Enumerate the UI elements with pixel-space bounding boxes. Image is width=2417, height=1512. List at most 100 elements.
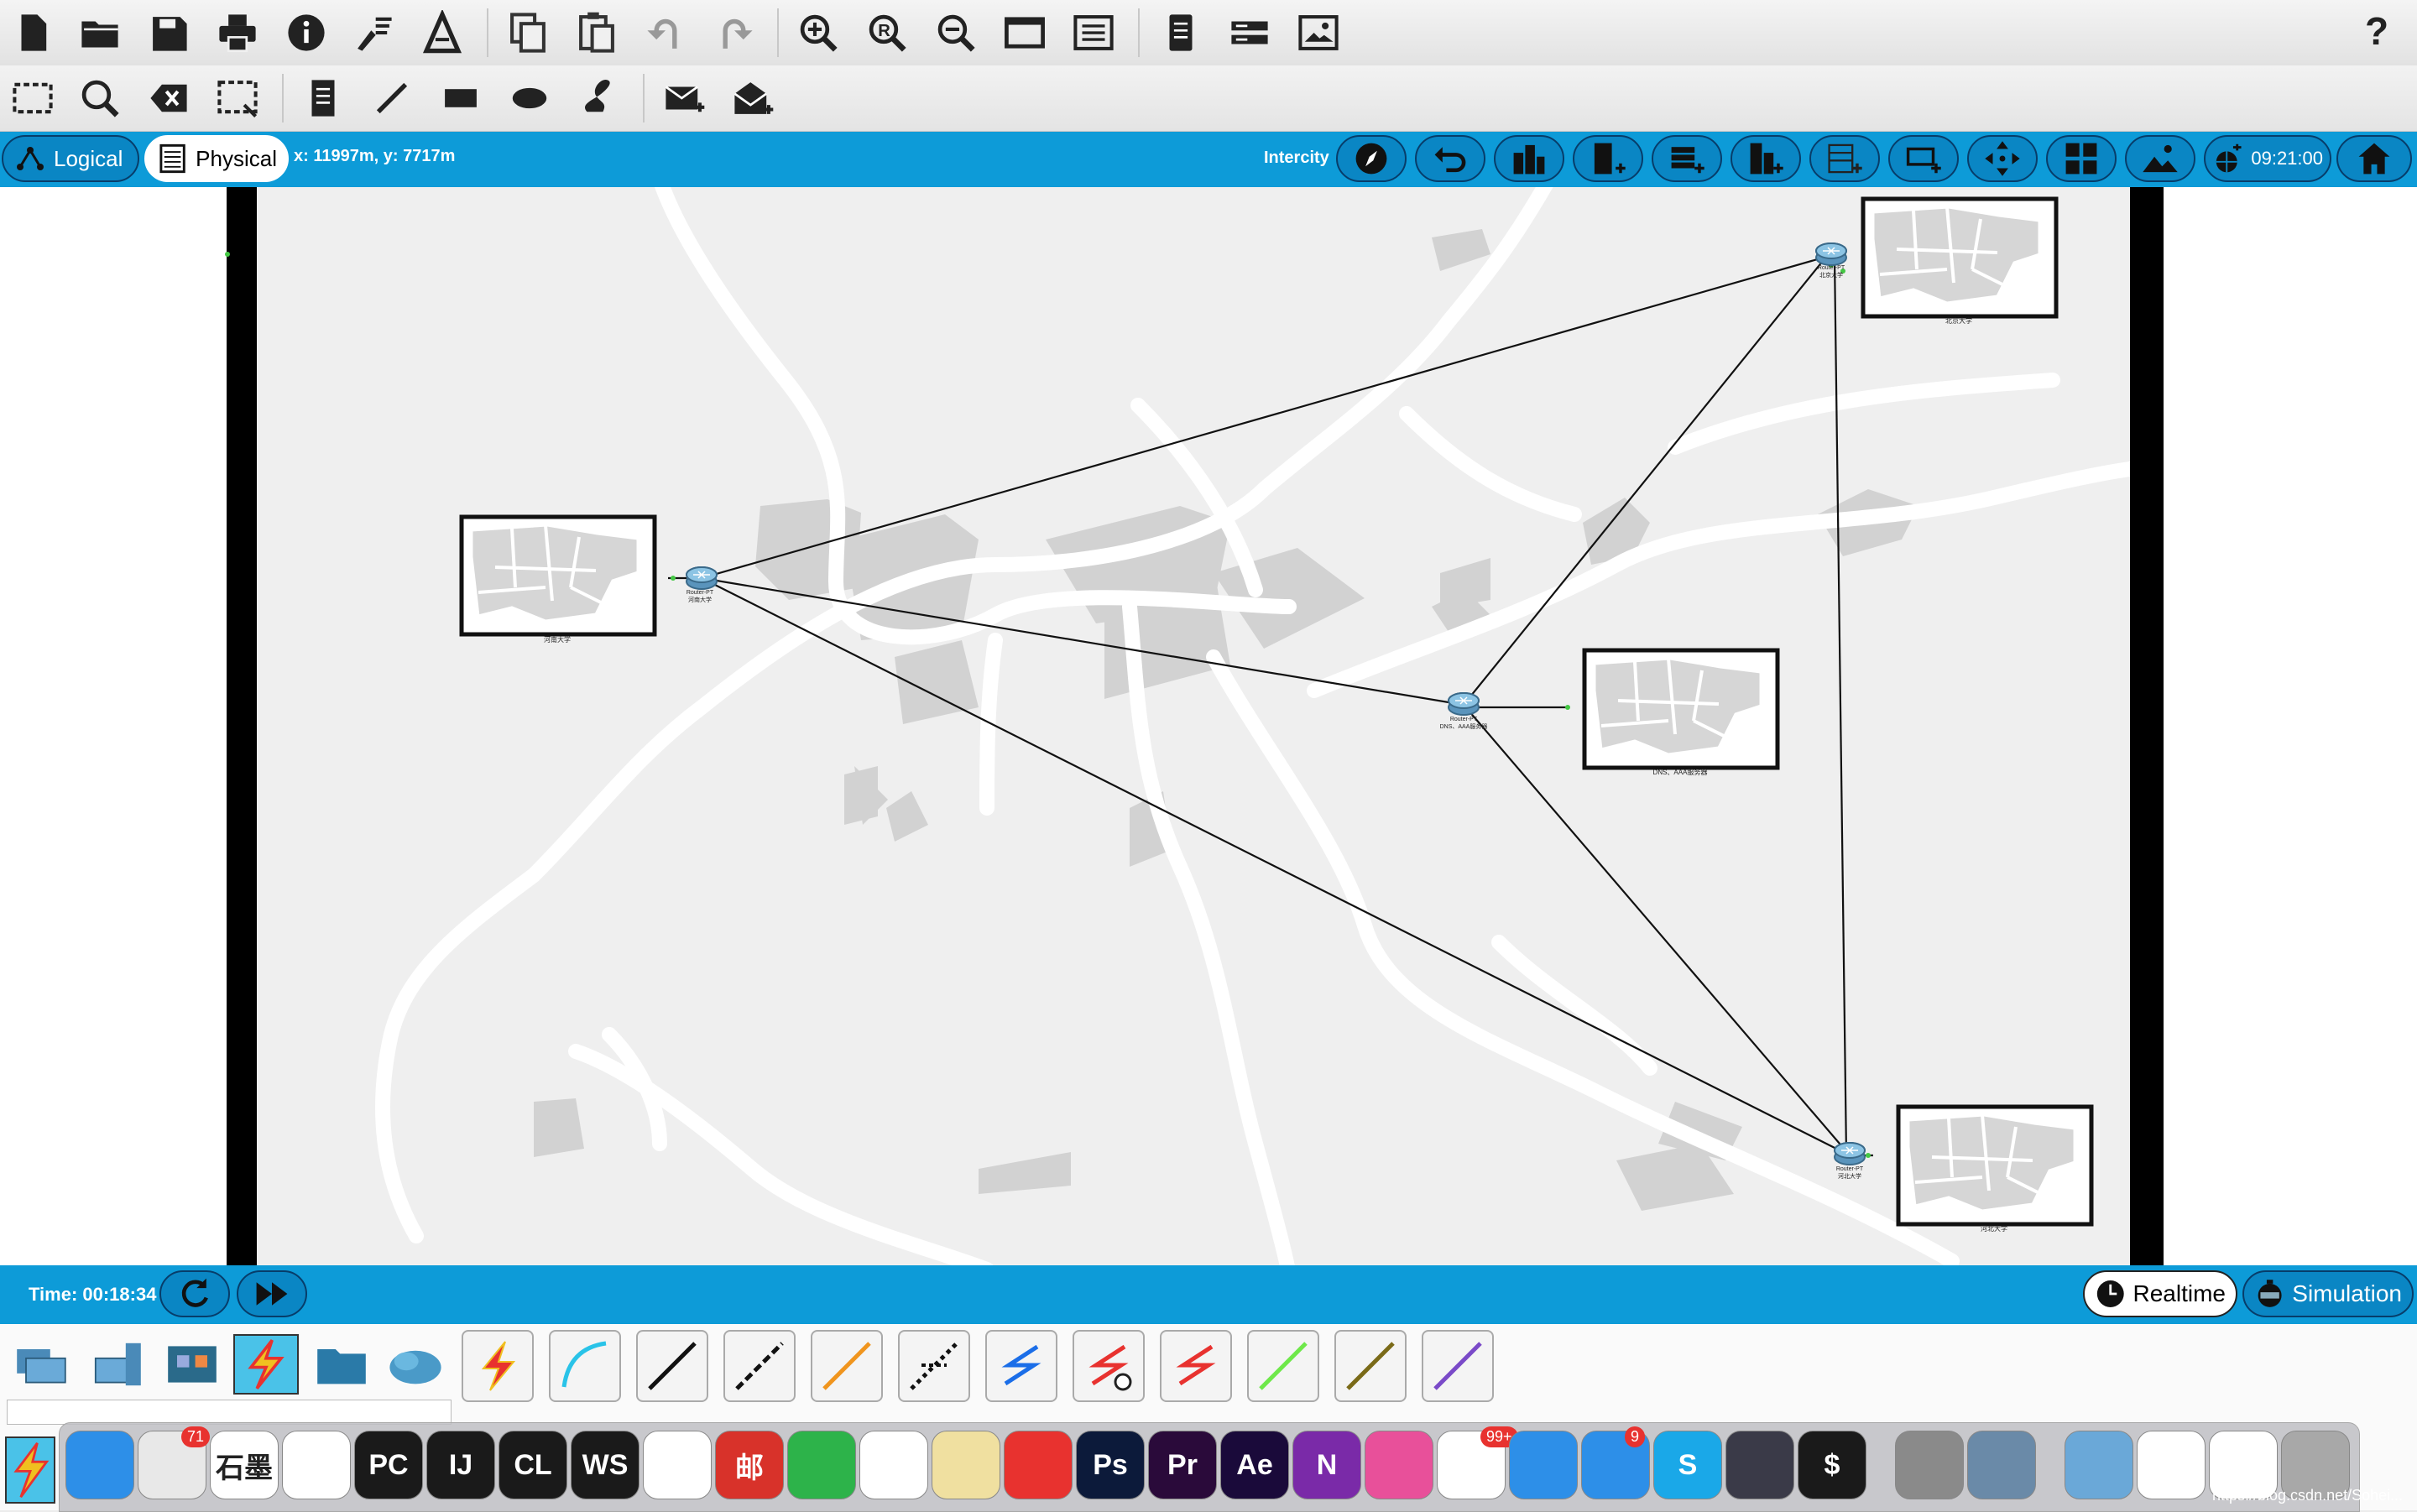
dock-launchpad-icon[interactable] xyxy=(1725,1431,1794,1499)
save-icon[interactable] xyxy=(143,7,195,59)
rectangle-icon[interactable] xyxy=(435,72,487,124)
open-folder-icon[interactable] xyxy=(74,7,126,59)
navigation-button[interactable] xyxy=(1336,135,1407,182)
phone-cable-button[interactable] xyxy=(898,1330,970,1402)
dock-system-preferences-icon[interactable] xyxy=(1895,1431,1964,1499)
tab-physical[interactable]: Physical xyxy=(144,135,289,182)
line-icon[interactable] xyxy=(366,72,418,124)
dock-evernote-icon[interactable] xyxy=(787,1431,856,1499)
coaxial-cable-button[interactable] xyxy=(985,1330,1057,1402)
end-devices-icon[interactable] xyxy=(84,1334,149,1395)
serial-dce-cable-button[interactable] xyxy=(1073,1330,1145,1402)
building-center[interactable] xyxy=(1584,650,1778,768)
dock-parallels-icon[interactable] xyxy=(1004,1431,1073,1499)
note-icon[interactable] xyxy=(297,72,349,124)
home-button[interactable] xyxy=(2336,135,2412,182)
copy-icon[interactable] xyxy=(502,7,554,59)
network-devices-icon[interactable] xyxy=(8,1334,74,1395)
building-north[interactable] xyxy=(1863,199,2056,316)
custom-devices-icon[interactable] xyxy=(1068,7,1120,59)
dock-shimo-icon[interactable]: 石墨 xyxy=(210,1431,279,1499)
zoom-reset-icon[interactable]: R xyxy=(861,7,913,59)
freeform-icon[interactable] xyxy=(572,72,624,124)
network-info-icon[interactable] xyxy=(416,7,468,59)
reset-network-button[interactable] xyxy=(159,1270,230,1317)
dock-skype-icon[interactable]: S xyxy=(1653,1431,1722,1499)
router-south[interactable] xyxy=(1834,1142,1866,1165)
dock-preview-scan-icon[interactable] xyxy=(932,1431,1000,1499)
dock-chrome-icon[interactable] xyxy=(643,1431,712,1499)
multiuser-icon[interactable] xyxy=(383,1334,448,1395)
console-cable-button[interactable] xyxy=(549,1330,621,1402)
serial-dte-cable-button[interactable] xyxy=(1160,1330,1232,1402)
realtime-mode-button[interactable]: Realtime xyxy=(2083,1270,2237,1317)
copper-straight-through-cable-button[interactable] xyxy=(636,1330,708,1402)
delete-icon[interactable] xyxy=(143,72,195,124)
dock-premiere-icon[interactable]: Pr xyxy=(1148,1431,1217,1499)
link-west-north[interactable] xyxy=(701,255,1827,580)
device-search-field[interactable] xyxy=(7,1400,452,1425)
link-center-north[interactable] xyxy=(1463,256,1827,706)
screenshot-icon[interactable] xyxy=(1292,7,1344,59)
grid-button[interactable] xyxy=(2046,135,2117,182)
dock-tasks-icon[interactable] xyxy=(282,1431,351,1499)
redo-icon[interactable] xyxy=(708,7,760,59)
pdu-icon[interactable] xyxy=(1224,7,1276,59)
new-file-icon[interactable] xyxy=(7,7,59,59)
dock-finder-icon[interactable] xyxy=(65,1431,134,1499)
undo-icon[interactable] xyxy=(639,7,692,59)
add-simple-pdu-icon[interactable] xyxy=(658,72,710,124)
dock-cleanmymac-icon[interactable] xyxy=(1365,1431,1433,1499)
octal-cable-button[interactable] xyxy=(1247,1330,1319,1402)
print-icon[interactable] xyxy=(211,7,264,59)
new-closet-button[interactable] xyxy=(1652,135,1722,182)
fast-forward-button[interactable] xyxy=(237,1270,307,1317)
dock-downloads-folder-icon[interactable] xyxy=(2065,1431,2133,1499)
dock-recent-doc-icon[interactable] xyxy=(2137,1431,2206,1499)
ellipse-icon[interactable] xyxy=(504,72,556,124)
resize-icon[interactable] xyxy=(211,72,264,124)
connections-icon[interactable] xyxy=(233,1334,299,1395)
dock-pycharm-icon[interactable]: PC xyxy=(354,1431,423,1499)
background-button[interactable] xyxy=(2125,135,2195,182)
dock-safari-icon[interactable] xyxy=(1509,1431,1578,1499)
router-center[interactable] xyxy=(1448,692,1480,716)
dock-webstorm-icon[interactable]: WS xyxy=(571,1431,639,1499)
help-button[interactable]: ? xyxy=(2365,8,2388,54)
zoom-out-icon[interactable] xyxy=(930,7,982,59)
info-icon[interactable] xyxy=(280,7,332,59)
copper-cross-over-cable-button[interactable] xyxy=(723,1330,796,1402)
dock-clion-icon[interactable]: CL xyxy=(499,1431,567,1499)
router-west[interactable] xyxy=(686,566,718,590)
router-north[interactable] xyxy=(1815,242,1847,266)
drawing-palette-icon[interactable] xyxy=(999,7,1051,59)
add-complex-pdu-icon[interactable] xyxy=(727,72,779,124)
link-north-south[interactable] xyxy=(1833,256,1848,1156)
cluster-icon[interactable] xyxy=(1155,7,1207,59)
building-south[interactable] xyxy=(1898,1107,2091,1224)
dock-onenote-icon[interactable]: N xyxy=(1292,1431,1361,1499)
activity-wizard-icon[interactable] xyxy=(347,7,399,59)
dock-image-capture-icon[interactable] xyxy=(1967,1431,2036,1499)
new-surface-button[interactable] xyxy=(1888,135,1959,182)
misc-icon[interactable] xyxy=(309,1334,374,1395)
dock-after-effects-icon[interactable]: Ae xyxy=(1220,1431,1289,1499)
usb-cable-button[interactable] xyxy=(1422,1330,1494,1402)
set-time-button[interactable]: 09:21:00 xyxy=(2204,135,2331,182)
simulation-mode-button[interactable]: Simulation xyxy=(2242,1270,2414,1317)
automatic-connection-cable-button[interactable] xyxy=(462,1330,534,1402)
dock-mail-cn-icon[interactable]: 邮 xyxy=(715,1431,784,1499)
iot-custom-cable-button[interactable] xyxy=(1334,1330,1407,1402)
move-object-button[interactable] xyxy=(1967,135,2038,182)
components-icon[interactable] xyxy=(159,1334,225,1395)
back-button[interactable] xyxy=(1415,135,1485,182)
new-building-button[interactable] xyxy=(1573,135,1643,182)
new-rack-button[interactable] xyxy=(1731,135,1801,182)
dock-intellij-icon[interactable]: IJ xyxy=(426,1431,495,1499)
dock-terminal-icon[interactable]: $ xyxy=(1798,1431,1866,1499)
new-city-button[interactable] xyxy=(1494,135,1564,182)
paste-icon[interactable] xyxy=(571,7,623,59)
tab-logical[interactable]: Logical xyxy=(2,135,139,182)
city-map[interactable]: 河南大学 DNS、AAA服务器 北京大学 河北大学 Router-PT 河南大学… xyxy=(257,187,2130,1265)
zoom-in-icon[interactable] xyxy=(792,7,844,59)
